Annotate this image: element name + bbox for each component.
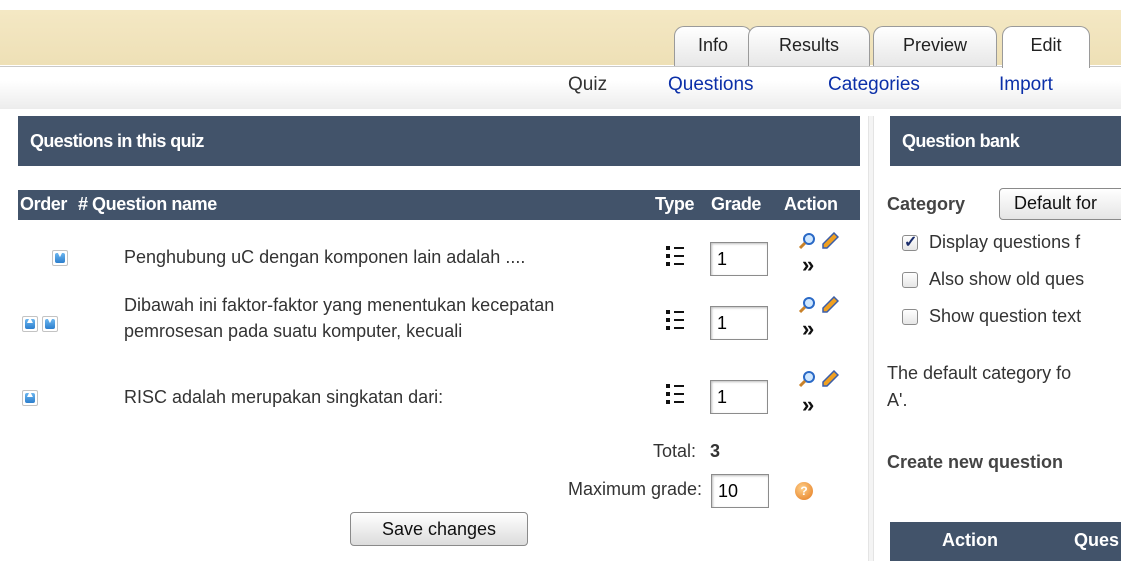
col-number: # — [78, 194, 88, 214]
tab-info[interactable]: Info — [674, 26, 752, 66]
question-name: Dibawah ini faktor-faktor yang menentuka… — [124, 292, 554, 344]
subtab-questions[interactable]: Questions — [668, 74, 754, 96]
multichoice-icon — [666, 310, 684, 330]
grade-input[interactable] — [710, 306, 768, 340]
grade-input[interactable] — [710, 242, 768, 276]
save-changes-button[interactable]: Save changes — [350, 512, 528, 546]
move-up-icon[interactable]: ▲ — [22, 389, 38, 406]
subtab-band — [0, 81, 1121, 109]
question-name-line1: Dibawah ini faktor-faktor yang menentuka… — [124, 295, 555, 315]
col-bank-action: Action — [942, 530, 998, 550]
help-icon[interactable]: ? — [795, 482, 813, 500]
question-row: ▲ RISC adalah merupakan singkatan dari: … — [18, 370, 860, 420]
question-bank-heading: Question bank — [890, 116, 1121, 166]
max-grade-input[interactable] — [711, 474, 769, 508]
tab-results[interactable]: Results — [748, 26, 870, 66]
question-table-header: Order # Question name Type Grade Action — [18, 190, 860, 220]
edit-icon[interactable] — [821, 296, 839, 314]
preview-icon[interactable] — [798, 296, 816, 314]
show-question-text-label: Show question text — [929, 306, 1082, 326]
total-value: 3 — [710, 441, 721, 461]
question-bank-table-header: Action Ques — [890, 522, 1121, 561]
move-icon[interactable]: » — [802, 392, 814, 418]
subtab-import[interactable]: Import — [999, 74, 1053, 96]
move-down-icon[interactable]: ▼ — [52, 249, 68, 266]
question-name-line2: pemrosesan pada suatu komputer, kecuali — [124, 321, 463, 341]
question-name: Penghubung uC dengan komponen lain adala… — [124, 247, 526, 267]
multichoice-icon — [666, 246, 684, 266]
edit-icon[interactable] — [821, 232, 839, 250]
col-bank-question: Ques — [1074, 530, 1120, 550]
preview-icon[interactable] — [798, 232, 816, 250]
show-question-text-checkbox[interactable] — [902, 309, 918, 325]
move-icon[interactable]: » — [802, 252, 814, 278]
question-row: ▲ ▼ Dibawah ini faktor-faktor yang menen… — [18, 292, 860, 356]
col-type: Type — [655, 194, 695, 214]
total-label: Total: — [653, 441, 697, 461]
subtab-bar: Quiz Questions Categories Import — [0, 66, 1121, 110]
note-line1: The default category fo — [887, 363, 1072, 383]
question-row: ▼ Penghubung uC dengan komponen lain ada… — [18, 232, 860, 282]
preview-icon[interactable] — [798, 370, 816, 388]
display-questions-label: Display questions f — [929, 232, 1081, 252]
create-new-question-label: Create new question — [887, 452, 1064, 472]
category-label: Category — [887, 194, 966, 214]
display-questions-checkbox[interactable] — [902, 232, 918, 252]
panel-divider — [868, 116, 874, 561]
questions-in-quiz-heading: Questions in this quiz — [18, 116, 860, 166]
move-up-icon[interactable]: ▲ — [22, 315, 38, 332]
col-grade: Grade — [711, 194, 762, 214]
edit-icon[interactable] — [821, 370, 839, 388]
col-action: Action — [784, 194, 838, 214]
tab-edit[interactable]: Edit — [1002, 26, 1090, 68]
move-icon[interactable]: » — [802, 316, 814, 342]
show-old-questions-label: Also show old ques — [929, 269, 1085, 289]
question-name: RISC adalah merupakan singkatan dari: — [124, 387, 444, 407]
subtab-quiz: Quiz — [568, 74, 608, 95]
col-question-name: Question name — [92, 194, 217, 214]
show-old-questions-checkbox[interactable] — [902, 272, 918, 288]
col-order: Order — [20, 194, 68, 214]
default-category-note: The default category fo A'. — [887, 360, 1121, 414]
max-grade-label: Maximum grade: — [568, 479, 703, 499]
note-line2: A'. — [887, 390, 908, 410]
grade-input[interactable] — [710, 380, 768, 414]
multichoice-icon — [666, 384, 684, 404]
tab-preview[interactable]: Preview — [873, 26, 997, 66]
subtab-categories[interactable]: Categories — [828, 74, 920, 96]
move-down-icon[interactable]: ▼ — [42, 315, 58, 332]
category-select[interactable]: Default for — [999, 188, 1121, 220]
